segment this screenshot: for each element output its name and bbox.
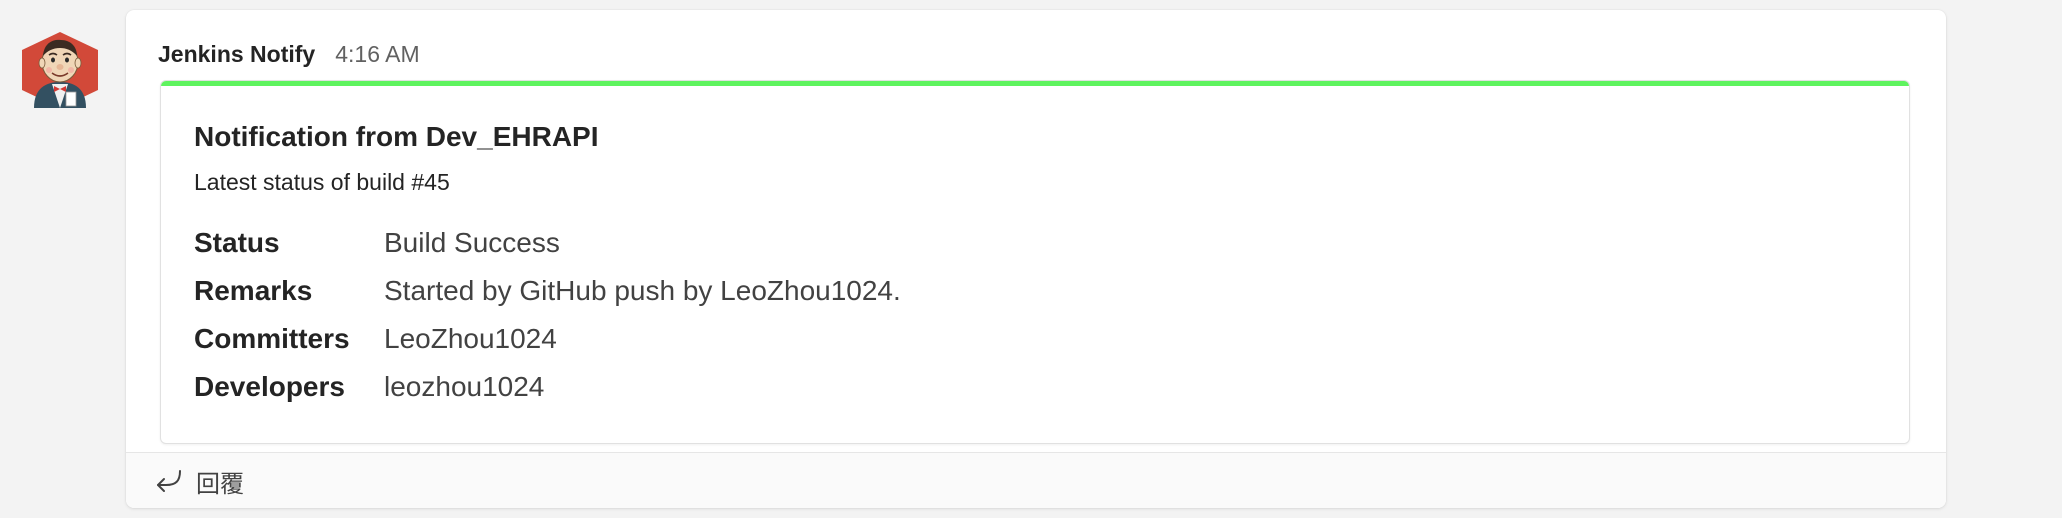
card-accent-bar — [161, 81, 1909, 86]
fact-title: Status — [194, 227, 280, 258]
chat-page: Jenkins Notify 4:16 AM Notification from… — [0, 0, 2062, 518]
reply-label: 回覆 — [196, 469, 244, 498]
fact-value: Build Success — [384, 227, 560, 258]
fact-title: Remarks — [194, 275, 313, 306]
fact-title: Committers — [194, 323, 350, 354]
message-bubble: Jenkins Notify 4:16 AM Notification from… — [126, 10, 1946, 508]
sender-name[interactable]: Jenkins Notify — [158, 41, 315, 68]
message-timestamp: 4:16 AM — [335, 40, 420, 67]
message-header: Jenkins Notify 4:16 AM — [158, 36, 420, 72]
fact-row-developers: Developers leozhou1024 — [194, 363, 901, 411]
fact-value: LeoZhou1024 — [384, 323, 557, 354]
fact-title: Developers — [194, 371, 345, 402]
reply-arrow-icon — [154, 467, 184, 495]
fact-row-status: Status Build Success — [194, 219, 901, 267]
card-title: Notification from Dev_EHRAPI — [194, 121, 599, 152]
jenkins-avatar-icon[interactable] — [16, 30, 104, 110]
fact-set: Status Build Success Remarks Started by … — [194, 219, 901, 411]
fact-row-remarks: Remarks Started by GitHub push by LeoZho… — [194, 267, 901, 315]
reply-button[interactable]: 回覆 — [154, 463, 244, 499]
fact-row-committers: Committers LeoZhou1024 — [194, 315, 901, 363]
adaptive-card: Notification from Dev_EHRAPI Latest stat… — [160, 80, 1910, 444]
fact-value: leozhou1024 — [384, 371, 545, 402]
card-subtitle: Latest status of build #45 — [194, 169, 450, 195]
jenkins-butler-icon — [22, 32, 98, 108]
reply-bar: 回覆 — [126, 452, 1946, 508]
fact-value: Started by GitHub push by LeoZhou1024. — [384, 275, 901, 306]
